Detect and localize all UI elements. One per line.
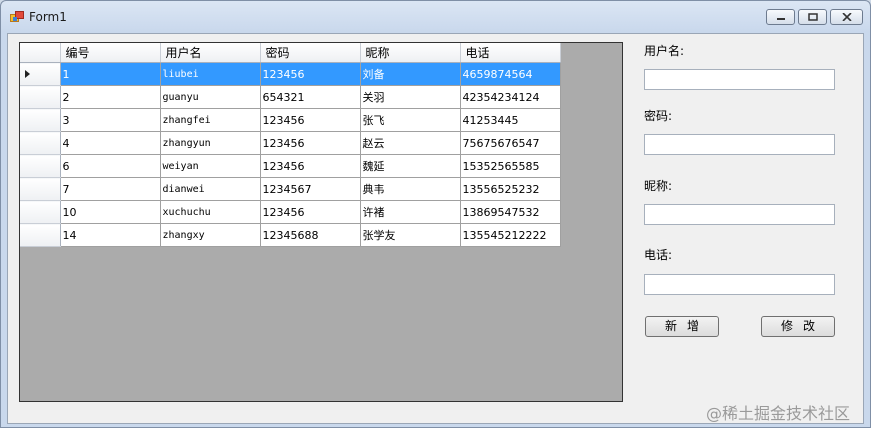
cell-id[interactable]: 2 [60,85,161,109]
watermark-text: @稀土掘金技术社区 [706,404,851,423]
cell-nickname[interactable]: 魏延 [360,154,461,178]
cell-id[interactable]: 7 [60,177,161,201]
grid-header-row: 编号 用户名 密码 昵称 电话 [20,43,561,63]
table-row[interactable]: 2 guanyu 654321 关羽 42354234124 [20,85,561,109]
close-button[interactable] [830,9,863,25]
column-header-phone[interactable]: 电话 [460,43,561,63]
cell-phone[interactable]: 75675676547 [460,131,561,155]
cell-username[interactable]: guanyu [160,85,261,109]
cell-password[interactable]: 12345688 [260,223,361,247]
cell-phone[interactable]: 13556525232 [460,177,561,201]
nickname-label: 昵称: [644,179,673,193]
cell-id[interactable]: 10 [60,200,161,224]
maximize-icon [807,13,818,21]
cell-nickname[interactable]: 关羽 [360,85,461,109]
username-label: 用户名: [644,44,685,58]
grid-table: 编号 用户名 密码 昵称 电话 1 liubei 123456 刘备 465987456… [20,43,561,247]
table-row[interactable]: 7 dianwei 1234567 典韦 13556525232 [20,177,561,201]
minimize-button[interactable] [766,9,795,25]
cell-username[interactable]: weiyan [160,154,261,178]
cell-phone[interactable]: 4659874564 [460,62,561,86]
cell-id[interactable]: 6 [60,154,161,178]
password-label: 密码: [644,109,673,123]
edit-button[interactable]: 修改 [761,316,835,337]
row-header-cell[interactable] [20,200,61,224]
column-header-password[interactable]: 密码 [260,43,361,63]
form1-window: Form1 编号 用户名 密码 昵称 电话 1 liubei 123456 刘备… [0,0,871,428]
cell-id[interactable]: 1 [60,62,161,86]
phone-label: 电话: [644,248,673,262]
row-header-cell[interactable] [20,85,61,109]
phone-input[interactable] [644,274,835,295]
row-header-cell[interactable] [20,223,61,247]
column-header-id[interactable]: 编号 [60,43,161,63]
current-row-arrow-icon [25,70,30,78]
cell-nickname[interactable]: 刘备 [360,62,461,86]
cell-username[interactable]: zhangxy [160,223,261,247]
cell-phone[interactable]: 13869547532 [460,200,561,224]
cell-id[interactable]: 3 [60,108,161,132]
cell-username[interactable]: dianwei [160,177,261,201]
cell-nickname[interactable]: 张学友 [360,223,461,247]
username-input[interactable] [644,69,835,90]
cell-phone[interactable]: 42354234124 [460,85,561,109]
cell-id[interactable]: 14 [60,223,161,247]
column-header-nickname[interactable]: 昵称 [360,43,461,63]
form-client-area: 编号 用户名 密码 昵称 电话 1 liubei 123456 刘备 465987456… [7,33,864,424]
cell-password[interactable]: 123456 [260,154,361,178]
cell-phone[interactable]: 135545212222 [460,223,561,247]
row-header-cell[interactable] [20,131,61,155]
cell-username[interactable]: liubei [160,62,261,86]
close-icon [841,13,852,21]
title-bar[interactable]: Form1 [1,1,870,33]
app-form-icon [10,11,24,22]
cell-password[interactable]: 1234567 [260,177,361,201]
maximize-button[interactable] [798,9,827,25]
cell-nickname[interactable]: 许褚 [360,200,461,224]
row-header-cell[interactable] [20,177,61,201]
row-header-cell[interactable] [20,62,61,86]
table-row[interactable]: 1 liubei 123456 刘备 4659874564 [20,62,561,86]
table-row[interactable]: 4 zhangyun 123456 赵云 75675676547 [20,131,561,155]
window-title: Form1 [29,10,67,24]
nickname-input[interactable] [644,204,835,225]
cell-nickname[interactable]: 典韦 [360,177,461,201]
cell-username[interactable]: zhangfei [160,108,261,132]
password-input[interactable] [644,134,835,155]
users-data-grid[interactable]: 编号 用户名 密码 昵称 电话 1 liubei 123456 刘备 465987456… [19,42,623,402]
row-header-cell[interactable] [20,154,61,178]
column-header-username[interactable]: 用户名 [160,43,261,63]
row-header-cell[interactable] [20,108,61,132]
cell-password[interactable]: 123456 [260,200,361,224]
cell-password[interactable]: 123456 [260,131,361,155]
table-row[interactable]: 14 zhangxy 12345688 张学友 135545212222 [20,223,561,247]
grid-corner-cell[interactable] [20,43,61,63]
cell-password[interactable]: 123456 [260,62,361,86]
cell-phone[interactable]: 15352565585 [460,154,561,178]
cell-id[interactable]: 4 [60,131,161,155]
cell-username[interactable]: xuchuchu [160,200,261,224]
table-row[interactable]: 6 weiyan 123456 魏延 15352565585 [20,154,561,178]
cell-password[interactable]: 123456 [260,108,361,132]
table-row[interactable]: 10 xuchuchu 123456 许褚 13869547532 [20,200,561,224]
cell-phone[interactable]: 41253445 [460,108,561,132]
cell-nickname[interactable]: 张飞 [360,108,461,132]
add-button[interactable]: 新增 [645,316,719,337]
cell-password[interactable]: 654321 [260,85,361,109]
minimize-icon [776,18,785,20]
cell-nickname[interactable]: 赵云 [360,131,461,155]
table-row[interactable]: 3 zhangfei 123456 张飞 41253445 [20,108,561,132]
cell-username[interactable]: zhangyun [160,131,261,155]
